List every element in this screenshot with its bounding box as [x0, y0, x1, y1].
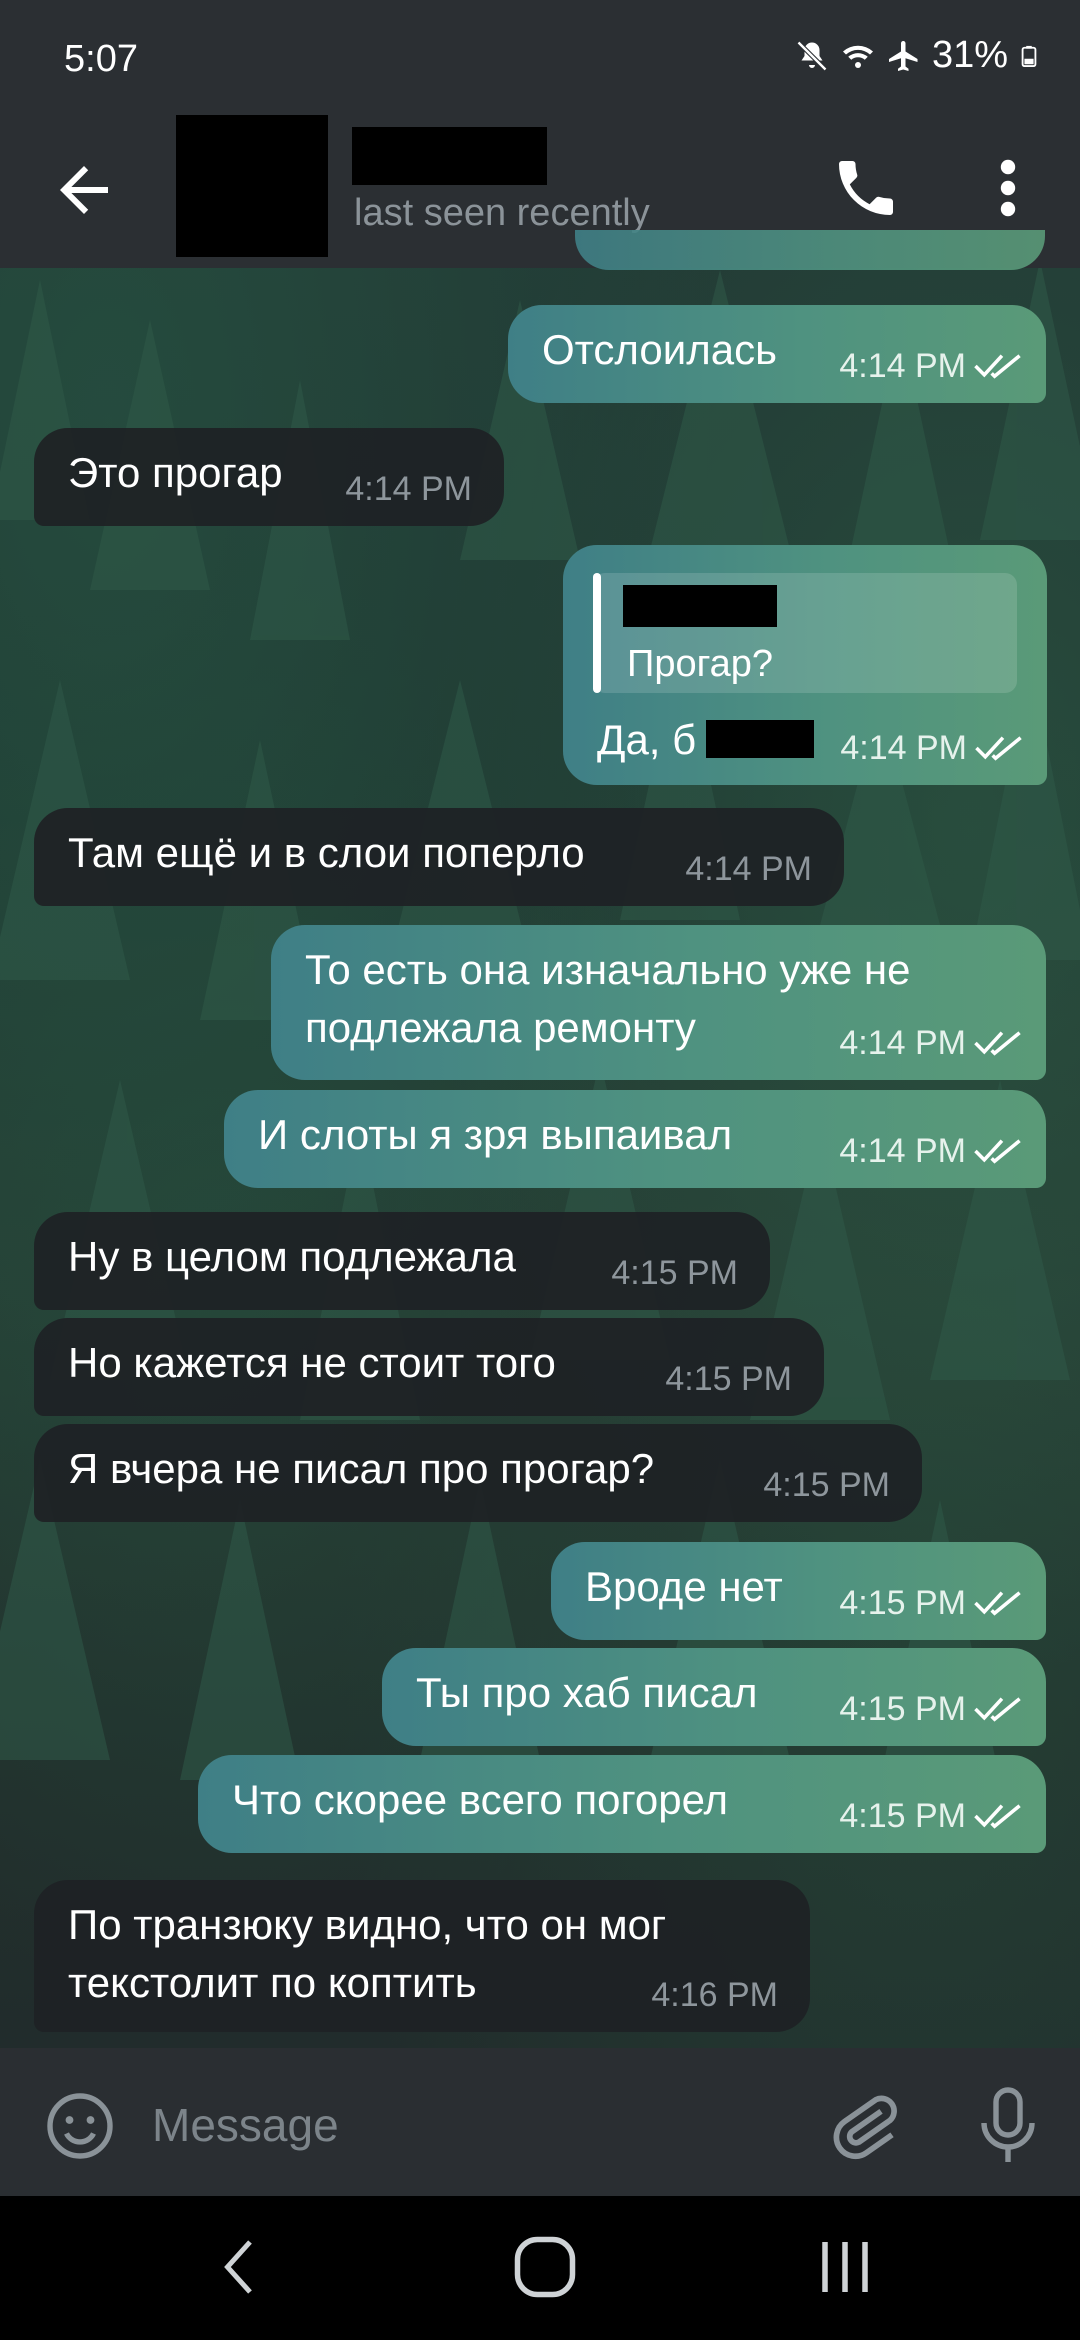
message-meta: 4:14 PM [839, 1122, 1024, 1180]
message-text: И слоты я зря выпаивал [258, 1111, 733, 1158]
message-meta: 4:15 PM [665, 1350, 792, 1408]
message-text: Я вчера не писал про прогар? [68, 1445, 655, 1492]
message-text: То есть она изначально уже не подлежала … [305, 946, 911, 1051]
message-text: Вроде нет [585, 1563, 783, 1610]
message-bubble[interactable]: То есть она изначально уже не подлежала … [271, 925, 1046, 1080]
message-time: 4:14 PM [685, 850, 812, 888]
message-text: Отслоилась [542, 326, 777, 373]
double-check-icon [975, 736, 1022, 761]
message-text-redacted [706, 720, 814, 758]
status-time: 5:07 [64, 38, 138, 80]
system-nav-bar [0, 2196, 1080, 2340]
reply-bar [593, 573, 601, 693]
message-bubble-reply[interactable]: Прогар? Да, б 4:14 PM [563, 545, 1047, 785]
message-time: 4:15 PM [763, 1466, 890, 1504]
double-check-icon [974, 354, 1021, 379]
message-text: Ну в целом подлежала [68, 1233, 516, 1280]
message-bubble-partial [575, 230, 1045, 270]
phone-icon[interactable] [830, 152, 902, 224]
message-meta: 4:15 PM [839, 1680, 1024, 1738]
message-text: Да, б [597, 716, 697, 763]
nav-recent-icon[interactable] [810, 2232, 880, 2302]
message-meta: 4:15 PM [763, 1456, 890, 1514]
nav-back-icon[interactable] [210, 2232, 270, 2302]
double-check-icon [974, 1697, 1021, 1722]
reply-quote[interactable]: Прогар? [593, 573, 1017, 693]
more-vert-icon[interactable] [988, 152, 1028, 224]
message-meta: 4:15 PM [839, 1574, 1024, 1632]
status-icons: 31% [794, 34, 1040, 77]
message-meta: 4:14 PM [685, 840, 812, 898]
message-time: 4:15 PM [665, 1360, 792, 1398]
message-bubble[interactable]: Что скорее всего погорел 4:15 PM [198, 1755, 1046, 1853]
message-bubble[interactable]: Там ещё и в слои поперло 4:14 PM [34, 808, 844, 906]
message-meta: 4:15 PM [611, 1244, 738, 1302]
message-meta: 4:14 PM [839, 337, 1024, 395]
battery-icon [1021, 45, 1037, 67]
message-text: Что скорее всего погорел [232, 1776, 729, 1823]
message-time: 4:14 PM [839, 347, 966, 385]
message-bubble[interactable]: Я вчера не писал про прогар? 4:15 PM [34, 1424, 922, 1522]
contact-name-redacted[interactable] [352, 127, 547, 185]
message-input[interactable] [150, 2086, 794, 2164]
mic-icon[interactable] [972, 2084, 1044, 2168]
message-bubble[interactable]: По транзюку видно, что он мог текстолит … [34, 1880, 810, 2032]
reply-text: Прогар? [627, 643, 774, 685]
battery-percent: 31% [931, 34, 1008, 76]
message-time: 4:14 PM [839, 1024, 966, 1062]
message-bubble[interactable]: Но кажется не стоит того 4:15 PM [34, 1318, 824, 1416]
double-check-icon [974, 1804, 1021, 1829]
chat-screen: 5:07 31% last seen recently Отслоилась 4… [0, 0, 1080, 2340]
message-meta: 4:14 PM [345, 460, 472, 518]
message-time: 4:14 PM [839, 1132, 966, 1170]
contact-status: last seen recently [354, 192, 650, 234]
message-time: 4:14 PM [345, 470, 472, 508]
message-bubble[interactable]: Вроде нет 4:15 PM [551, 1542, 1046, 1640]
airplane-icon [888, 40, 918, 71]
mute-icon [796, 40, 828, 71]
message-meta: 4:15 PM [839, 1787, 1024, 1845]
message-text: Это прогар [68, 449, 283, 496]
message-text: Ты про хаб писал [416, 1669, 758, 1716]
message-composer [0, 2048, 1080, 2196]
message-meta: 4:16 PM [651, 1966, 778, 2024]
message-meta: 4:14 PM [840, 719, 1025, 777]
message-text: Но кажется не стоит того [68, 1339, 556, 1386]
message-text: Там ещё и в слои поперло [68, 829, 585, 876]
message-text: По транзюку видно, что он мог текстолит … [68, 1901, 667, 2006]
attach-icon[interactable] [826, 2086, 902, 2166]
reply-author-redacted [623, 585, 777, 627]
message-meta: 4:14 PM [839, 1014, 1024, 1072]
avatar[interactable] [176, 115, 328, 257]
message-time: 4:15 PM [839, 1584, 966, 1622]
nav-home-icon[interactable] [510, 2232, 580, 2302]
message-time: 4:15 PM [839, 1690, 966, 1728]
message-bubble[interactable]: Ты про хаб писал 4:15 PM [382, 1648, 1046, 1746]
message-time: 4:16 PM [651, 1976, 778, 2014]
back-arrow-icon[interactable] [48, 154, 120, 226]
message-time: 4:15 PM [611, 1254, 738, 1292]
double-check-icon [974, 1591, 1021, 1616]
double-check-icon [974, 1139, 1021, 1164]
message-bubble[interactable]: Ну в целом подлежала 4:15 PM [34, 1212, 770, 1310]
double-check-icon [974, 1031, 1021, 1056]
status-bar: 5:07 31% [0, 0, 1080, 112]
message-bubble[interactable]: Отслоилась 4:14 PM [508, 305, 1046, 403]
emoji-icon[interactable] [44, 2090, 116, 2162]
message-bubble[interactable]: Это прогар 4:14 PM [34, 428, 504, 526]
message-time: 4:14 PM [840, 729, 967, 767]
message-time: 4:15 PM [839, 1797, 966, 1835]
wifi-icon [842, 45, 873, 68]
message-bubble[interactable]: И слоты я зря выпаивал 4:14 PM [224, 1090, 1046, 1188]
